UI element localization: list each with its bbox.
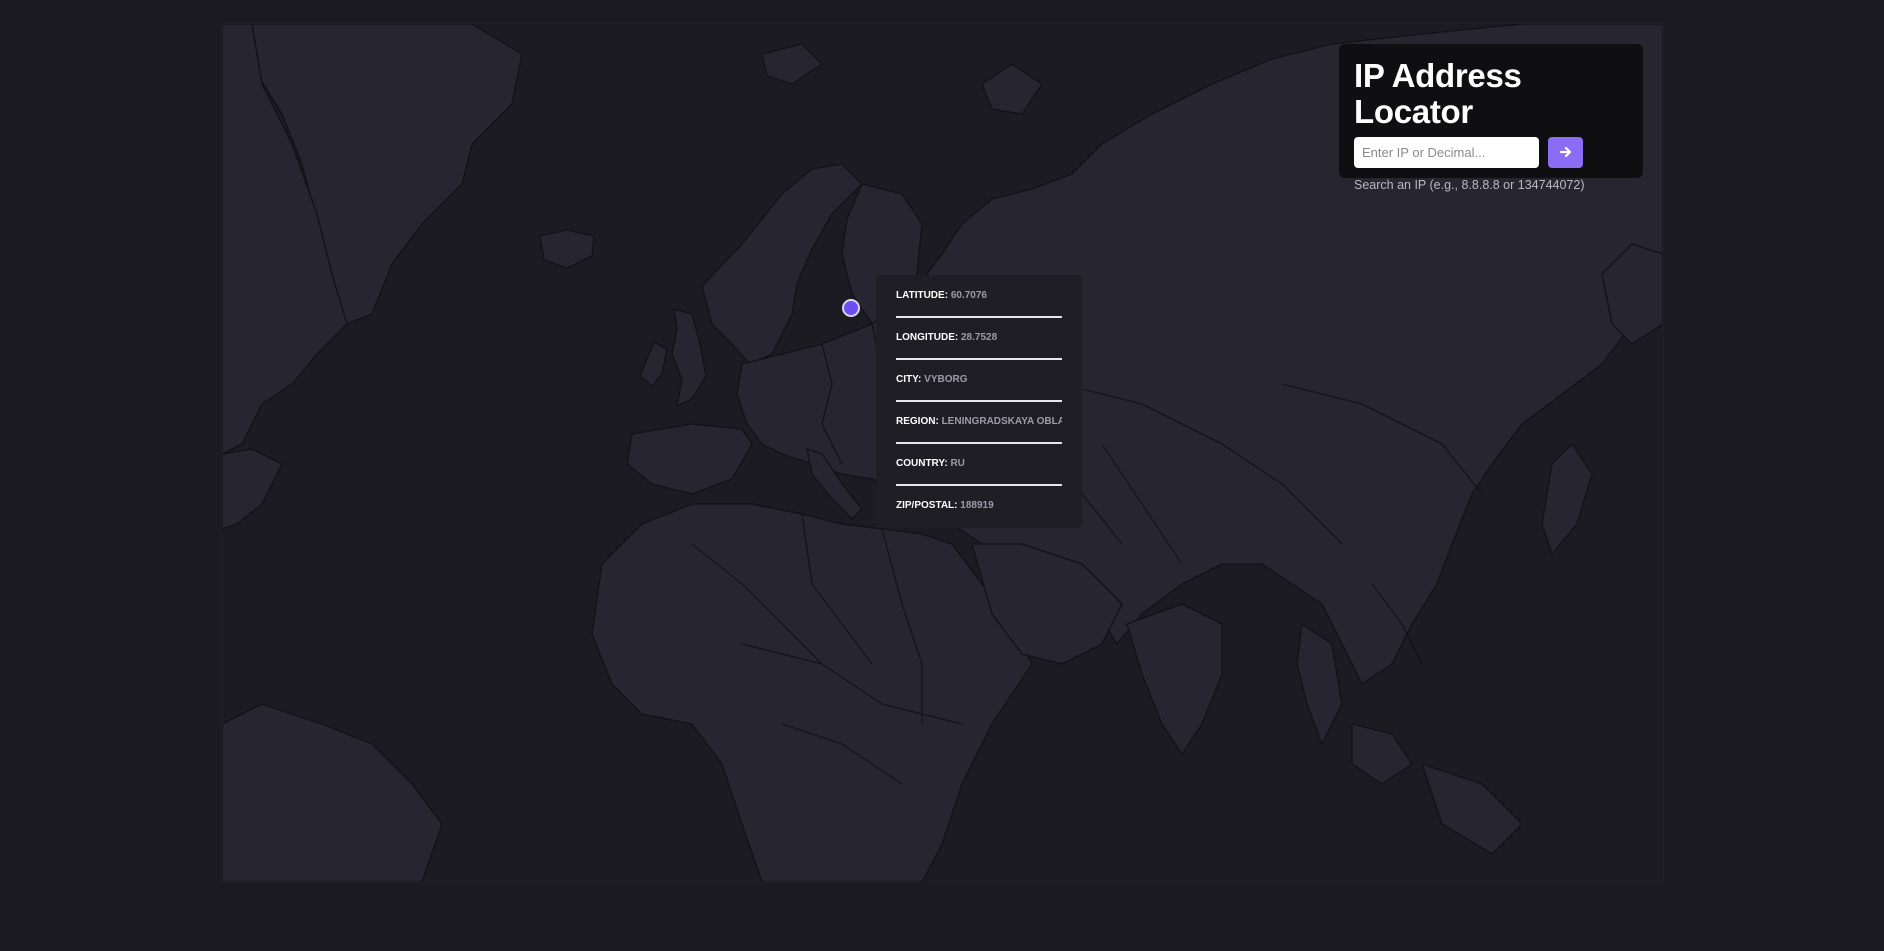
info-value: VYBORG [924,375,968,385]
info-value: 60.7076 [950,291,987,301]
arrow-right-icon [1559,146,1571,158]
info-label: LONGITUDE: [896,333,959,343]
info-value: RU [950,459,965,469]
divider [896,316,1062,318]
info-label: REGION: [896,417,939,427]
info-label: CITY: [896,375,922,385]
info-value: LENINGRADSKAYA OBLAST' [941,417,1062,427]
divider [896,358,1062,360]
info-label: COUNTRY: [896,459,948,469]
info-row-city: CITY: VYBORG [896,375,1062,417]
search-submit-button[interactable] [1548,136,1583,168]
divider [896,400,1062,402]
info-row-longitude: LONGITUDE: 28.7528 [896,333,1062,375]
search-panel: IP Address Locator Search an IP (e.g., 8… [1339,44,1643,192]
location-marker[interactable] [842,299,860,317]
info-value: 188919 [960,501,994,511]
app-title: IP Address Locator [1354,57,1522,131]
info-label: LATITUDE: [896,291,949,301]
search-hint: Search an IP (e.g., 8.8.8.8 or 134744072… [1354,177,1585,192]
info-row-latitude: LATITUDE: 60.7076 [896,291,1062,333]
location-info-popup: LATITUDE: 60.7076 LONGITUDE: 28.7528 CIT… [876,275,1082,528]
ip-search-input[interactable] [1354,136,1539,168]
divider [896,484,1062,486]
info-label: ZIP/POSTAL: [896,501,958,511]
info-row-zip: ZIP/POSTAL: 188919 [896,501,1062,528]
info-row-country: COUNTRY: RU [896,459,1062,501]
info-value: 28.7528 [961,333,998,343]
divider [896,442,1062,444]
info-row-region: REGION: LENINGRADSKAYA OBLAST' [896,417,1062,459]
search-row [1354,136,1628,168]
